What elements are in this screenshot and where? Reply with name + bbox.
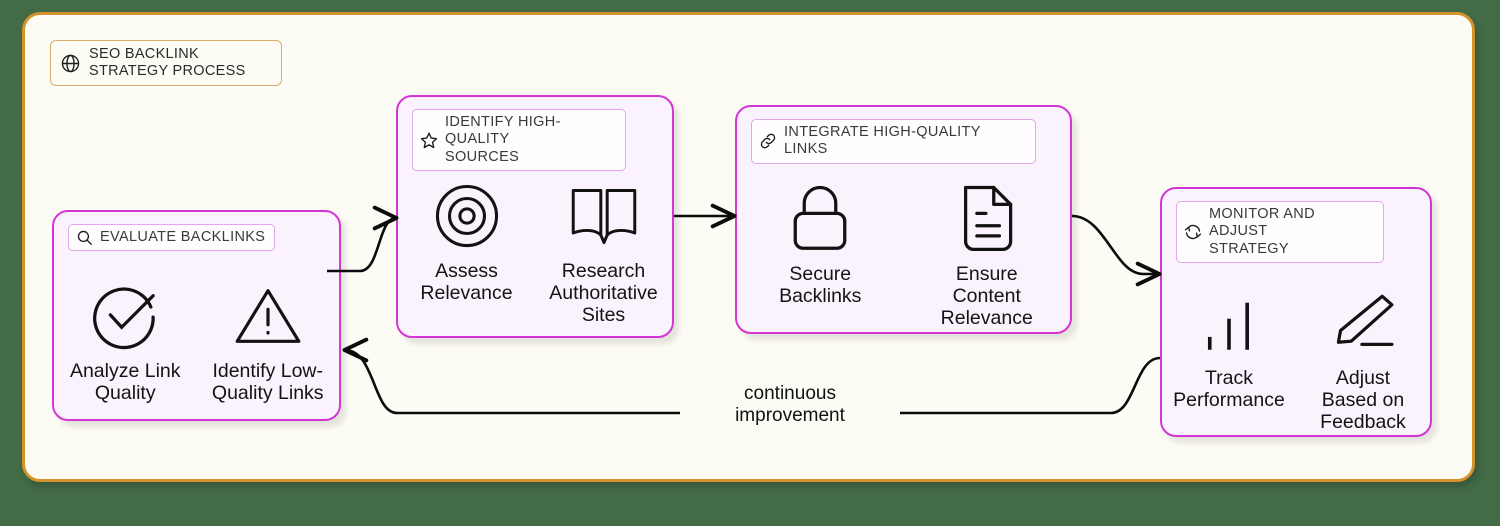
stage-item-label: Assess Relevance bbox=[420, 260, 513, 304]
stage-item-label: Analyze Link Quality bbox=[69, 360, 181, 404]
star-icon bbox=[420, 131, 438, 149]
stage-item-label: Identify Low- Quality Links bbox=[211, 360, 324, 404]
stage-item-track-performance[interactable]: Track Performance bbox=[1164, 287, 1294, 412]
stage-item-label: Ensure Content Relevance bbox=[940, 263, 1033, 329]
link-chain-icon bbox=[759, 132, 777, 150]
stage-item-label: Track Performance bbox=[1173, 367, 1285, 411]
lock-icon bbox=[787, 183, 853, 255]
stage-badge-evaluate-backlinks: EVALUATE BACKLINKS bbox=[68, 224, 276, 252]
document-icon bbox=[956, 183, 1018, 255]
pencil-icon bbox=[1330, 287, 1396, 359]
stage-label-evaluate-backlinks: EVALUATE BACKLINKS bbox=[100, 229, 266, 245]
stage-item-label: Research Authoritative Sites bbox=[549, 260, 658, 326]
stage-badge-identify-high-quality-sources: IDENTIFY HIGH-QUALITY SOURCES bbox=[412, 109, 626, 172]
feedback-loop-label: continuous improvement bbox=[735, 383, 845, 426]
diagram-title-label: SEO BACKLINK STRATEGY PROCESS bbox=[89, 46, 246, 80]
refresh-cycle-icon bbox=[1184, 223, 1202, 241]
open-book-icon bbox=[569, 180, 639, 252]
diagram-title-badge: SEO BACKLINK STRATEGY PROCESS bbox=[50, 40, 282, 87]
stage-item-assess-relevance[interactable]: Assess Relevance bbox=[402, 180, 532, 305]
stage-item-analyze-link-quality[interactable]: Analyze Link Quality bbox=[60, 280, 190, 405]
connector-3-to-4 bbox=[1071, 214, 1162, 287]
stage-badge-monitor-and-adjust-strategy: MONITOR AND ADJUST STRATEGY bbox=[1176, 201, 1384, 264]
stage-item-label: Secure Backlinks bbox=[779, 263, 862, 307]
search-icon bbox=[76, 229, 93, 246]
target-icon bbox=[432, 180, 502, 252]
warning-triangle-icon bbox=[232, 280, 304, 352]
stage-box-monitor-and-adjust-strategy[interactable]: MONITOR AND ADJUST STRATEGY Track Perfor… bbox=[1160, 187, 1432, 437]
stage-item-label: Adjust Based on Feedback bbox=[1320, 367, 1406, 433]
diagram-frame: SEO BACKLINK STRATEGY PROCESS EVALUATE B… bbox=[22, 12, 1475, 482]
stage-item-identify-low-quality-links[interactable]: Identify Low- Quality Links bbox=[203, 280, 333, 405]
check-circle-icon bbox=[89, 280, 161, 352]
bar-chart-icon bbox=[1198, 287, 1260, 359]
stage-item-secure-backlinks[interactable]: Secure Backlinks bbox=[755, 183, 885, 308]
stage-box-evaluate-backlinks[interactable]: EVALUATE BACKLINKS Analyze Link Quality bbox=[52, 210, 341, 421]
stage-label-integrate-high-quality-links: INTEGRATE HIGH-QUALITY LINKS bbox=[784, 124, 981, 158]
diagram-canvas: SEO BACKLINK STRATEGY PROCESS EVALUATE B… bbox=[0, 0, 1500, 526]
stage-box-integrate-high-quality-links[interactable]: INTEGRATE HIGH-QUALITY LINKS Secure Back… bbox=[735, 105, 1072, 334]
stage-box-identify-high-quality-sources[interactable]: IDENTIFY HIGH-QUALITY SOURCES Assess Rel… bbox=[396, 95, 674, 338]
globe-icon bbox=[60, 53, 81, 74]
stage-badge-integrate-high-quality-links: INTEGRATE HIGH-QUALITY LINKS bbox=[751, 119, 1036, 164]
stage-item-research-authoritative-sites[interactable]: Research Authoritative Sites bbox=[539, 180, 669, 326]
stage-item-ensure-content-relevance[interactable]: Ensure Content Relevance bbox=[922, 183, 1052, 329]
stage-label-monitor-and-adjust-strategy: MONITOR AND ADJUST STRATEGY bbox=[1209, 206, 1315, 257]
stage-item-adjust-based-on-feedback[interactable]: Adjust Based on Feedback bbox=[1298, 287, 1428, 433]
stage-label-identify-high-quality-sources: IDENTIFY HIGH-QUALITY SOURCES bbox=[445, 114, 561, 165]
